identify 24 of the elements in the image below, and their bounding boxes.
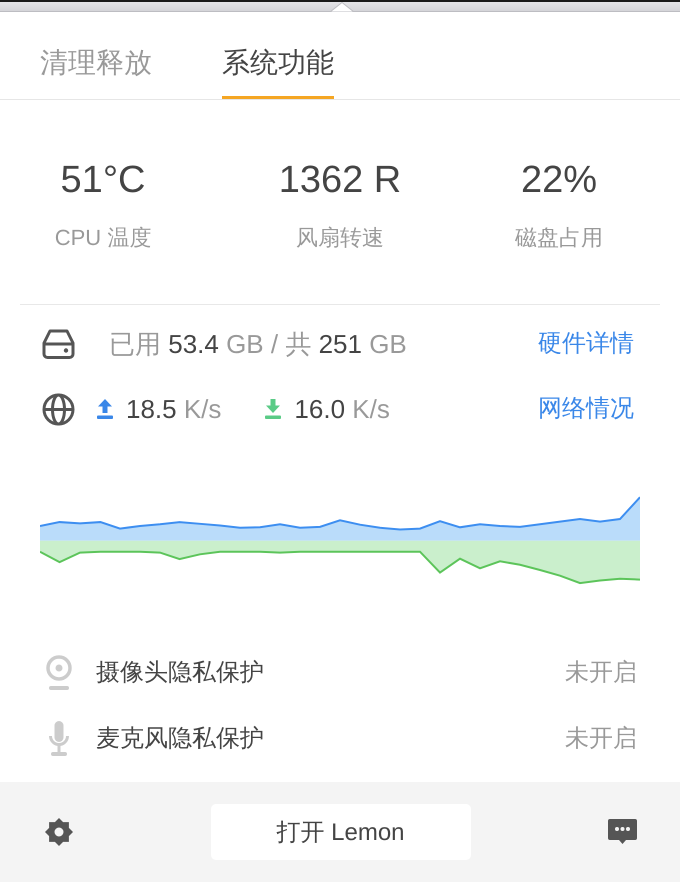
privacy-status: 未开启: [565, 658, 637, 688]
stat-value: 1362 R: [278, 158, 402, 203]
privacy-option-label: 麦克风隐私保护: [96, 724, 264, 754]
globe-icon: [42, 392, 75, 426]
download-arrow-icon: [265, 399, 282, 419]
stat-value: 22%: [520, 158, 598, 203]
stat-label: CPU 温度: [54, 224, 152, 252]
chat-bubble-icon[interactable]: [608, 819, 637, 845]
upload-arrow-icon: [97, 399, 113, 419]
privacy-option-label: 摄像头隐私保护: [96, 658, 264, 688]
open-lemon-button[interactable]: 打开 Lemon: [210, 804, 470, 860]
stat-label: 磁盘占用: [515, 224, 603, 252]
tab[interactable]: 系统功能: [222, 12, 334, 99]
upload-speed: 18.5 K/s: [126, 393, 222, 425]
network-details-link[interactable]: 网络情况: [538, 394, 634, 424]
stat-label: 风扇转速: [296, 224, 384, 252]
tab[interactable]: 清理释放: [40, 12, 152, 99]
privacy-status: 未开启: [565, 724, 637, 754]
hardware-details-link[interactable]: 硬件详情: [538, 329, 634, 359]
disk-usage-text: 已用 53.4 GB / 共 251 GB: [109, 328, 407, 360]
download-speed: 16.0 K/s: [294, 393, 390, 425]
stat-value: 51°C: [60, 158, 146, 203]
hard-drive-icon: [42, 329, 75, 359]
settings-icon[interactable]: [45, 818, 73, 846]
